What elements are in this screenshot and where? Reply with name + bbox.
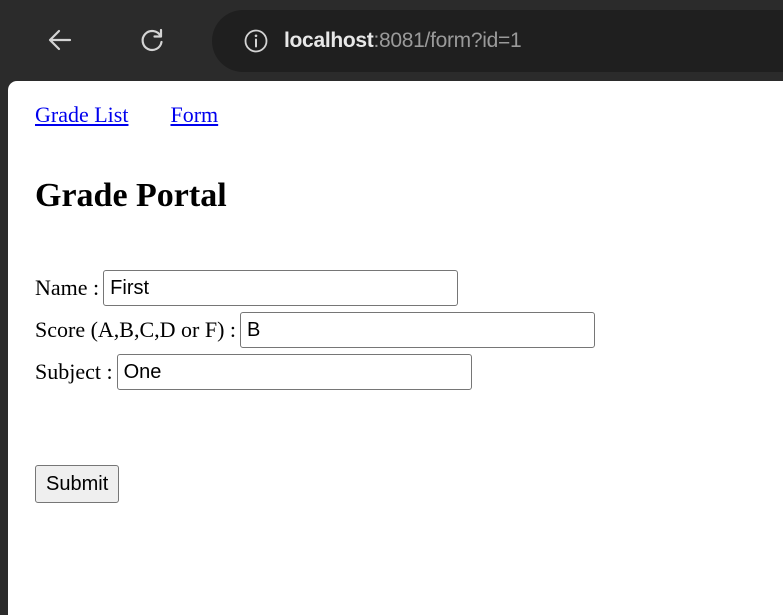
info-icon[interactable] — [242, 27, 270, 55]
reload-button[interactable] — [130, 14, 174, 66]
submit-button[interactable]: Submit — [35, 465, 120, 503]
name-row: Name : — [35, 267, 595, 309]
page-content: Grade List Form Grade Portal Name : Score… — [8, 81, 783, 615]
reload-icon — [141, 28, 163, 52]
top-nav: Grade List Form — [35, 102, 260, 128]
score-input[interactable] — [240, 312, 596, 348]
url-host: localhost — [284, 29, 374, 52]
score-label: Score (A,B,C,D or F) : — [35, 317, 237, 342]
grade-form: Name : Score (A,B,C,D or F) : Subject : — [35, 267, 596, 393]
score-row: Score (A,B,C,D or F) : — [35, 309, 596, 351]
subject-row: Subject : — [35, 351, 595, 393]
subject-input[interactable] — [116, 354, 472, 390]
address-bar[interactable]: localhost:8081/form?id=1 — [212, 10, 783, 72]
browser-window: localhost:8081/form?id=1 Grade List Form … — [0, 0, 783, 615]
page-viewport: Grade List Form Grade Portal Name : Score… — [8, 81, 783, 615]
url-path: :8081/form?id=1 — [373, 29, 522, 52]
browser-toolbar: localhost:8081/form?id=1 — [0, 0, 783, 82]
back-button[interactable] — [38, 14, 82, 66]
subject-label: Subject : — [35, 359, 113, 384]
url-text: localhost:8081/form?id=1 — [284, 29, 522, 53]
nav-link-grade-list[interactable]: Grade List — [35, 102, 128, 127]
back-arrow-icon — [48, 29, 72, 51]
nav-link-form[interactable]: Form — [170, 102, 218, 127]
page-title: Grade Portal — [35, 177, 227, 214]
name-label: Name : — [35, 275, 100, 300]
name-input[interactable] — [103, 270, 459, 306]
